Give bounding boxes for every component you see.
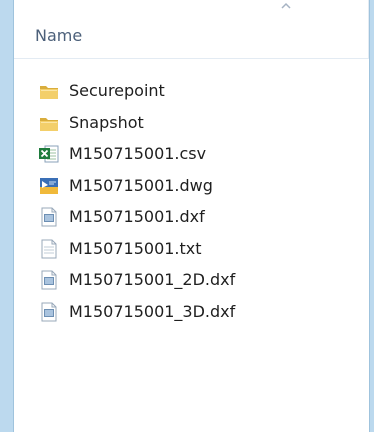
file-name: Securepoint <box>69 81 165 100</box>
file-name: M150715001.txt <box>69 238 202 258</box>
file-name: M150715001.csv <box>69 144 207 163</box>
dxf-file-icon <box>41 270 57 290</box>
file-row-csv[interactable]: M150715001.csv <box>14 139 369 171</box>
dxf-file-icon <box>41 302 57 321</box>
file-name: M150715001_3D.dxf <box>69 301 236 321</box>
file-name: M150715001.dxf <box>69 207 205 226</box>
file-row-securepoint[interactable]: Securepoint <box>14 76 369 108</box>
file-name: M150715001.dwg <box>69 175 213 195</box>
dxf-file-icon <box>41 207 57 227</box>
file-row-dwg[interactable]: M150715001.dwg <box>14 171 369 203</box>
file-row-dxf[interactable]: M150715001.dxf <box>14 202 369 234</box>
window-frame-left <box>0 0 14 432</box>
window-frame-right <box>369 0 374 432</box>
sort-ascending-icon <box>281 2 291 9</box>
file-name: Snapshot <box>69 112 144 132</box>
file-row-txt[interactable]: M150715001.txt <box>14 234 369 266</box>
file-row-dxf-2d[interactable]: M150715001_2D.dxf <box>14 265 369 297</box>
folder-icon <box>40 86 58 99</box>
folder-icon <box>40 117 58 131</box>
file-row-snapshot[interactable]: Snapshot <box>14 108 369 140</box>
text-file-icon <box>41 239 57 258</box>
dwg-icon <box>40 177 58 194</box>
file-row-dxf-3d[interactable]: M150715001_3D.dxf <box>14 297 369 329</box>
file-list-pane: Name Securepoint Snapshot M150715001.csv… <box>14 0 369 432</box>
explorer-window: Name Securepoint Snapshot M150715001.csv… <box>0 0 374 432</box>
excel-csv-icon <box>39 145 59 163</box>
column-header-name[interactable]: Name <box>14 0 369 59</box>
file-list: Securepoint Snapshot M150715001.csv M150… <box>14 76 369 328</box>
column-header-label: Name <box>35 26 83 45</box>
file-name: M150715001_2D.dxf <box>69 270 236 289</box>
